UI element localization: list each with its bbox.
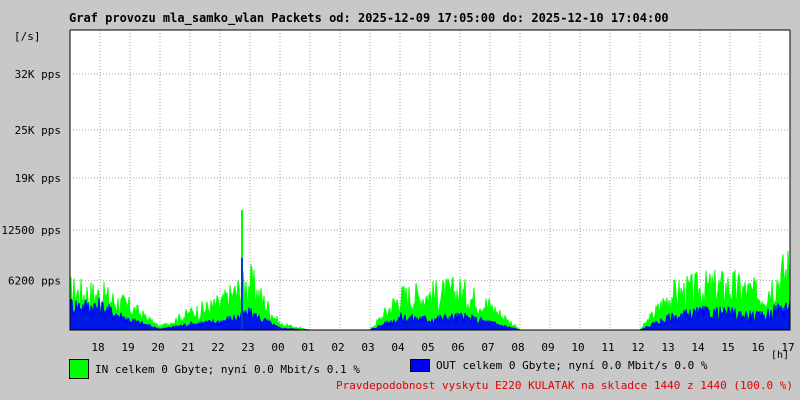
x-tick-label: 12 bbox=[631, 341, 644, 354]
x-tick-label: 09 bbox=[541, 341, 554, 354]
legend-in: IN celkem 0 Gbyte; nyní 0.0 Mbit/s 0.1 % bbox=[69, 359, 360, 379]
x-tick-label: 18 bbox=[91, 341, 104, 354]
x-tick-label: 07 bbox=[481, 341, 494, 354]
x-tick-label: 02 bbox=[331, 341, 344, 354]
x-unit-label: [h] bbox=[771, 350, 790, 361]
x-tick-label: 19 bbox=[121, 341, 134, 354]
y-tick-label: 19K pps bbox=[15, 172, 61, 185]
x-tick-label: 22 bbox=[211, 341, 224, 354]
y-tick-label: 12500 pps bbox=[1, 224, 61, 237]
y-tick-label: 6200 pps bbox=[8, 274, 61, 287]
x-tick-label: 16 bbox=[751, 341, 764, 354]
x-tick-label: 23 bbox=[241, 341, 254, 354]
x-tick-label: 05 bbox=[421, 341, 434, 354]
x-tick-label: 13 bbox=[661, 341, 674, 354]
x-tick-label: 04 bbox=[391, 341, 405, 354]
chart: 6200 pps 12500 pps 19K pps 25K pps 32K pps 18… bbox=[1, 29, 795, 354]
legend-out-swatch bbox=[410, 359, 430, 372]
x-tick-label: 21 bbox=[181, 341, 194, 354]
legend-out-text: OUT celkem 0 Gbyte; nyní 0.0 Mbit/s 0.0 … bbox=[436, 359, 708, 372]
x-tick-label: 15 bbox=[721, 341, 734, 354]
x-tick-label: 11 bbox=[601, 341, 614, 354]
x-tick-label: 10 bbox=[571, 341, 584, 354]
legend-out: OUT celkem 0 Gbyte; nyní 0.0 Mbit/s 0.0 … bbox=[410, 359, 708, 372]
x-tick-label: 06 bbox=[451, 341, 464, 354]
x-tick-label: 20 bbox=[151, 341, 164, 354]
legend-in-text: IN celkem 0 Gbyte; nyní 0.0 Mbit/s 0.1 % bbox=[95, 362, 360, 376]
x-tick-label: 08 bbox=[511, 341, 524, 354]
x-tick-label: 00 bbox=[271, 341, 284, 354]
y-tick-label: 25K pps bbox=[15, 124, 61, 137]
x-tick-label: 03 bbox=[361, 341, 374, 354]
legend-in-swatch bbox=[69, 359, 89, 379]
footer-note: Pravdepodobnost vyskytu E220 KULATAK na … bbox=[336, 379, 793, 392]
y-tick-label: 32K pps bbox=[15, 68, 61, 81]
x-tick-label: 01 bbox=[301, 341, 314, 354]
x-tick-label: 14 bbox=[691, 341, 705, 354]
